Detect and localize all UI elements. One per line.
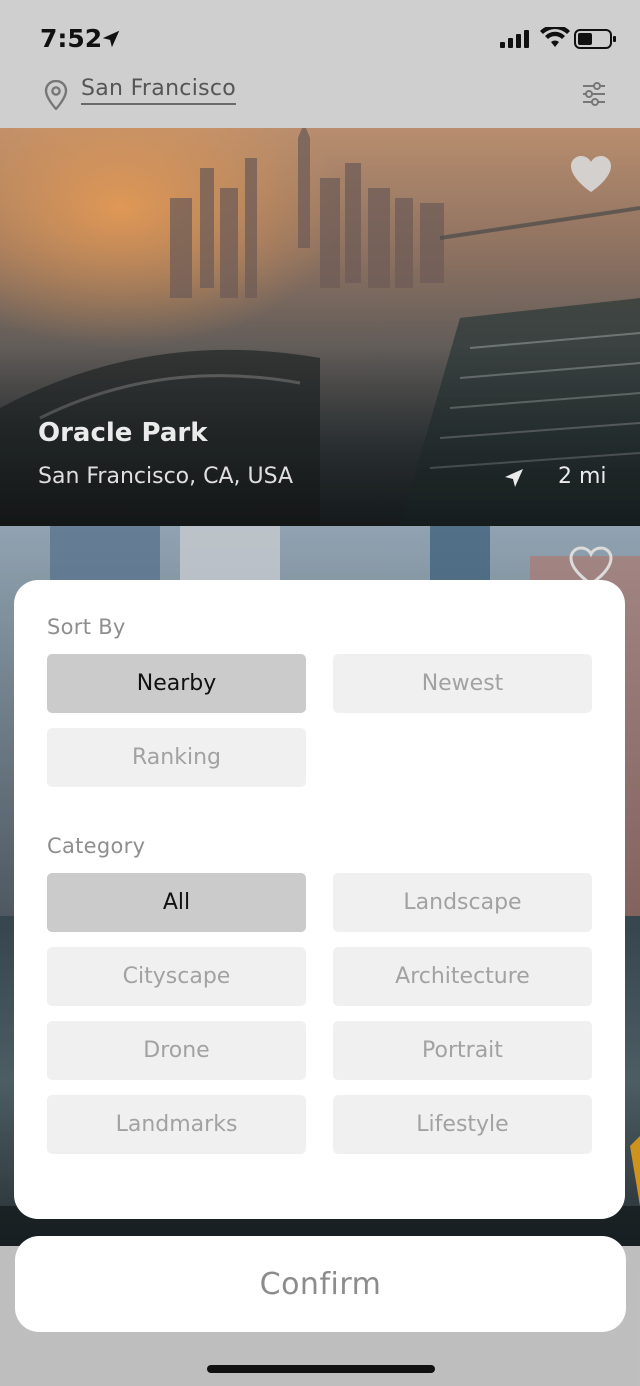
sliders-icon[interactable] — [580, 80, 608, 108]
sort-option-nearby[interactable]: Nearby — [47, 654, 306, 713]
category-option-lifestyle[interactable]: Lifestyle — [333, 1095, 592, 1154]
city-selector[interactable]: San Francisco — [81, 76, 237, 105]
category-option-landscape[interactable]: Landscape — [333, 873, 592, 932]
sort-by-label: Sort By — [47, 615, 126, 639]
map-pin-icon — [44, 80, 68, 110]
sort-option-newest[interactable]: Newest — [333, 654, 592, 713]
category-option-drone[interactable]: Drone — [47, 1021, 306, 1080]
category-option-all[interactable]: All — [47, 873, 306, 932]
location-arrow-icon — [102, 30, 120, 48]
category-label: Category — [47, 834, 146, 858]
category-option-portrait[interactable]: Portrait — [333, 1021, 592, 1080]
confirm-button[interactable]: Confirm — [15, 1236, 626, 1332]
sort-option-ranking[interactable]: Ranking — [47, 728, 306, 787]
signal-icon — [500, 30, 529, 48]
category-option-cityscape[interactable]: Cityscape — [47, 947, 306, 1006]
status-time: 7:52 — [40, 24, 103, 53]
filter-sheet: Sort By Nearby Newest Ranking Category A… — [14, 580, 625, 1219]
status-bar: 7:52 — [0, 0, 640, 70]
battery-icon — [574, 29, 616, 49]
wifi-icon — [540, 27, 570, 47]
category-option-landmarks[interactable]: Landmarks — [47, 1095, 306, 1154]
home-indicator — [207, 1365, 435, 1373]
category-option-architecture[interactable]: Architecture — [333, 947, 592, 1006]
